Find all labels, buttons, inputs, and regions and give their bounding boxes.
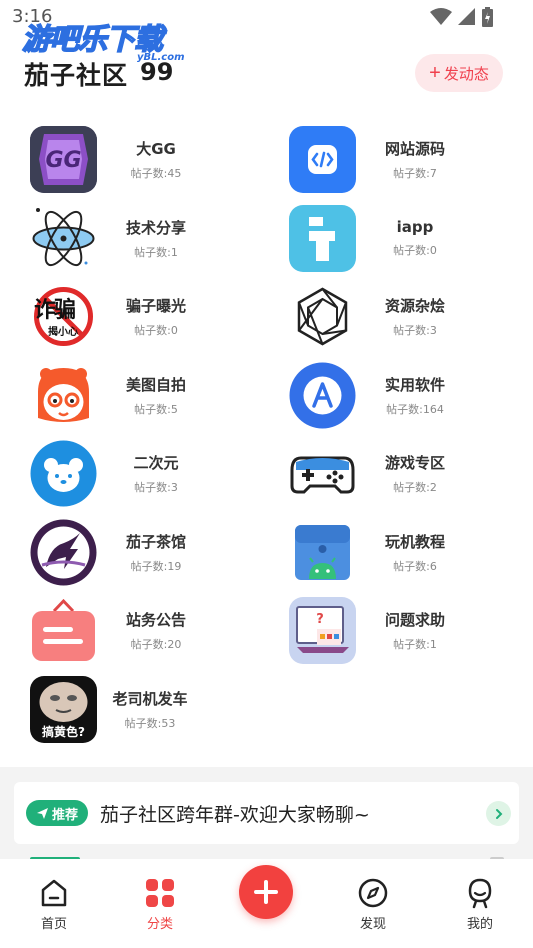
category-name: 茄子茶馆 [125, 532, 186, 551]
nav-profile[interactable]: 我的 [450, 877, 510, 932]
category-post-count: 帖子数:6 [393, 559, 437, 573]
chevron-right-icon[interactable] [486, 801, 511, 826]
status-icons [430, 7, 493, 27]
android-box-icon [289, 518, 356, 586]
post-status-label: 发动态 [443, 65, 489, 83]
category-item[interactable]: 茄子茶馆帖子数:19 [30, 517, 290, 587]
plus-icon [254, 880, 278, 904]
nav-label: 我的 [466, 917, 493, 932]
category-item[interactable]: 诈骗 揭小心 骗子曝光帖子数:0 [30, 281, 290, 351]
nav-label: 分类 [146, 917, 173, 932]
gg-logo-icon: GG [30, 125, 97, 193]
category-name: 二次元 [133, 453, 179, 472]
iapp-icon [289, 204, 356, 272]
category-post-count: 帖子数:19 [130, 559, 182, 573]
category-name: 老司机发车 [112, 689, 188, 708]
page-title: 茄子社区 [24, 61, 129, 90]
svg-text:?: ? [316, 612, 324, 627]
category-icon [146, 879, 174, 907]
svg-text:GG: GG [45, 148, 81, 173]
category-item[interactable]: 游戏专区帖子数:2 [289, 438, 533, 508]
post-status-button[interactable]: + 发动态 [415, 54, 503, 92]
cartoon-face-icon [30, 361, 97, 429]
nav-home[interactable]: 首页 [24, 877, 84, 932]
nav-label: 首页 [40, 917, 67, 932]
category-item[interactable]: 二次元帖子数:3 [30, 438, 290, 508]
category-post-count: 帖子数:0 [134, 323, 178, 337]
fraud-icon-text: 诈骗 [34, 297, 76, 323]
category-name: 网站源码 [384, 139, 445, 158]
app-store-icon [289, 361, 356, 429]
category-item[interactable]: ? 问题求助帖子数:1 [289, 595, 533, 665]
profile-icon [468, 878, 492, 909]
wifi-icon [430, 8, 452, 25]
nav-category[interactable]: 分类 [130, 877, 190, 932]
hexagon-knot-icon [289, 282, 356, 350]
category-name: iapp [396, 218, 434, 236]
category-item[interactable]: iapp 帖子数:0 [289, 203, 533, 273]
nav-discover[interactable]: 发现 [343, 877, 403, 932]
bear-icon [30, 439, 97, 507]
category-post-count: 帖子数:2 [393, 480, 437, 494]
category-item[interactable]: 网站源码帖子数:7 [289, 124, 533, 194]
create-post-fab[interactable] [239, 865, 293, 919]
help-screen-icon: ? [289, 596, 356, 664]
category-item[interactable]: 资源杂烩帖子数:3 [289, 281, 533, 351]
category-item[interactable]: GG 大GG 帖子数:45 [30, 124, 290, 194]
plus-icon: + [429, 62, 441, 84]
tea-house-icon [30, 518, 97, 586]
meme-caption: 搞黄色? [42, 724, 85, 739]
category-post-count: 帖子数:20 [130, 637, 182, 651]
category-name: 游戏专区 [384, 453, 445, 472]
category-post-count: 帖子数:3 [393, 323, 437, 337]
category-name: 问题求助 [384, 610, 445, 629]
atom-icon [30, 204, 97, 272]
battery-icon [482, 7, 493, 27]
category-post-count: 帖子数:0 [393, 244, 437, 257]
category-post-count: 帖子数:1 [393, 637, 437, 651]
recommend-notice-card[interactable]: 推荐 茄子社区跨年群-欢迎大家畅聊~ [14, 782, 519, 844]
compass-icon [358, 878, 388, 908]
recommend-badge-label: 推荐 [51, 807, 78, 823]
notice-board-icon [30, 596, 97, 664]
category-name: 美图自拍 [125, 375, 186, 394]
send-icon [36, 807, 48, 819]
category-item[interactable]: 美图自拍帖子数:5 [30, 360, 290, 430]
gamepad-icon [289, 439, 356, 507]
category-item[interactable]: 搞黄色? 老司机发车帖子数:53 [30, 674, 290, 744]
category-post-count: 帖子数:5 [134, 402, 178, 416]
category-item[interactable]: 玩机教程帖子数:6 [289, 517, 533, 587]
category-item[interactable]: 站务公告帖子数:20 [30, 595, 290, 665]
category-name: 骗子曝光 [125, 296, 186, 315]
home-icon [41, 879, 67, 907]
fraud-icon-subtext: 揭小心 [48, 326, 78, 338]
fraud-warning-icon: 诈骗 揭小心 [30, 282, 97, 350]
recommend-badge: 推荐 [26, 800, 88, 826]
signal-icon [458, 8, 475, 25]
category-post-count: 帖子数:164 [386, 402, 444, 416]
category-name: 站务公告 [125, 610, 186, 629]
notice-text: 茄子社区跨年群-欢迎大家畅聊~ [100, 803, 370, 826]
code-icon [289, 125, 356, 193]
category-post-count: 帖子数:1 [134, 245, 178, 259]
category-post-count: 帖子数:3 [134, 480, 178, 494]
category-name: 技术分享 [125, 218, 186, 237]
category-post-count: 帖子数:7 [393, 166, 437, 180]
nav-label: 发现 [359, 917, 386, 932]
category-item[interactable]: 技术分享帖子数:1 [30, 203, 290, 273]
quote-icon: 99 [140, 58, 174, 86]
category-post-count: 帖子数:45 [130, 166, 182, 180]
category-item[interactable]: 实用软件帖子数:164 [289, 360, 533, 430]
category-post-count: 帖子数:53 [124, 716, 176, 730]
category-name: 大GG [136, 139, 176, 158]
category-name: 玩机教程 [384, 532, 445, 551]
meme-face-icon: 搞黄色? [30, 675, 97, 743]
category-name: 实用软件 [384, 375, 445, 394]
category-name: 资源杂烩 [384, 296, 445, 315]
